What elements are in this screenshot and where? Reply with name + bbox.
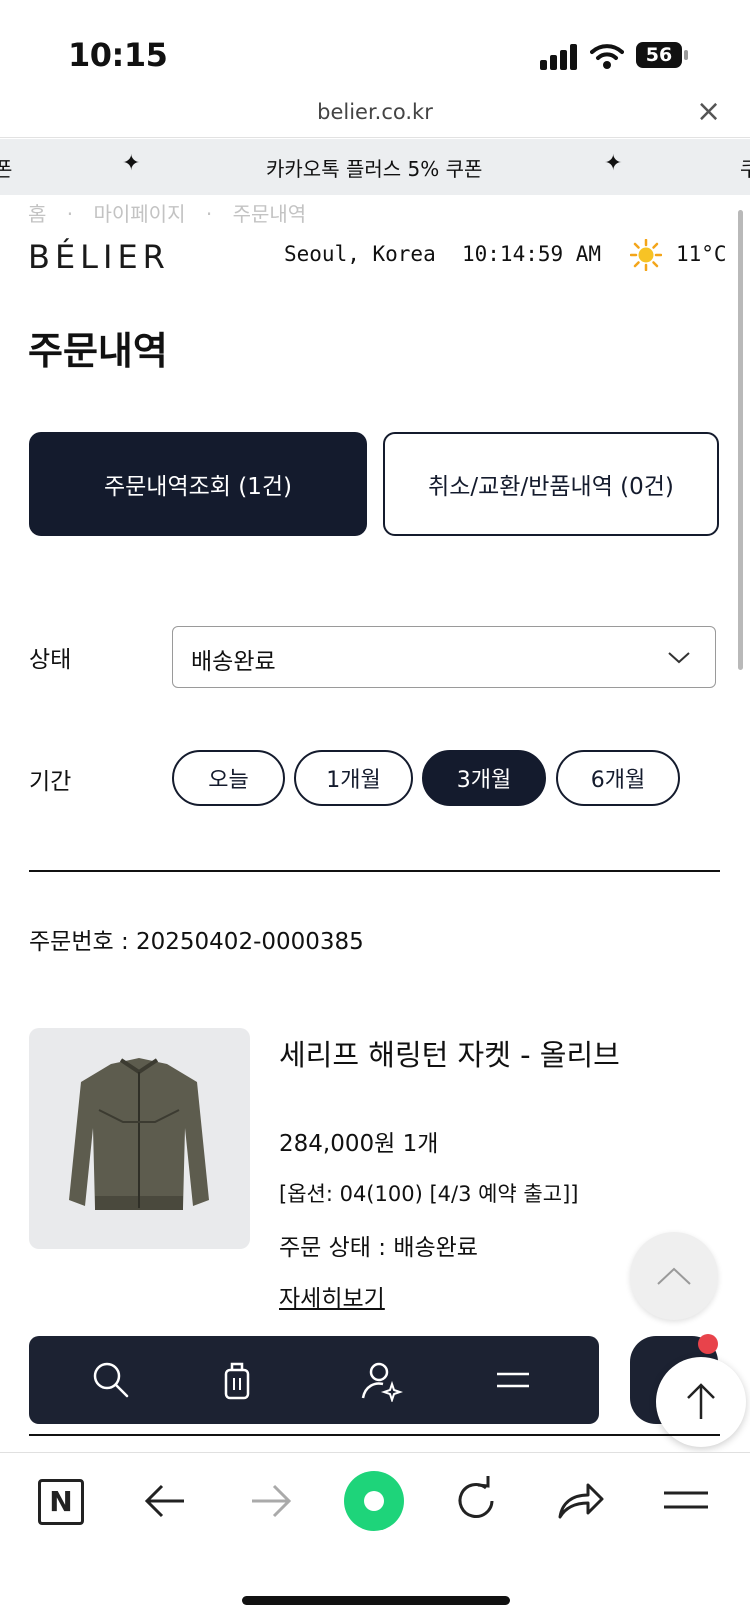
- order-number: 주문번호 : 20250402-0000385: [29, 929, 364, 955]
- arrow-up-icon: [687, 1383, 715, 1419]
- period-3month-button[interactable]: 3개월: [422, 750, 546, 806]
- divider: [29, 870, 720, 872]
- pill-label: 3개월: [456, 768, 512, 793]
- status-time: 10:15: [68, 36, 168, 74]
- scroll-top-button[interactable]: [630, 1232, 718, 1320]
- back-arrow-icon[interactable]: [138, 1473, 194, 1529]
- address-bar[interactable]: belier.co.kr ×: [0, 92, 750, 138]
- battery-icon: 56: [636, 42, 682, 68]
- reload-icon[interactable]: [448, 1473, 504, 1529]
- chevron-up-icon: [657, 1267, 691, 1285]
- page-title: 주문내역: [28, 329, 168, 373]
- tab-cancel-exchange-return[interactable]: 취소/교환/반품내역 (0건): [383, 432, 719, 536]
- share-icon[interactable]: [552, 1473, 608, 1529]
- product-price-qty: 284,000원 1개: [279, 1131, 439, 1157]
- search-icon[interactable]: [89, 1358, 133, 1402]
- notification-badge: [698, 1334, 718, 1354]
- breadcrumb-orders[interactable]: 주문내역: [233, 202, 307, 226]
- period-1month-button[interactable]: 1개월: [294, 750, 413, 806]
- detail-link[interactable]: 자세히보기: [279, 1279, 385, 1313]
- menu-icon[interactable]: [491, 1358, 535, 1402]
- battery-level: 56: [645, 44, 673, 66]
- breadcrumb-mypage[interactable]: 마이페이지: [93, 202, 185, 226]
- pill-label: 1개월: [326, 768, 381, 793]
- divider: [29, 1434, 720, 1436]
- temperature-text: 11°C: [676, 242, 727, 266]
- status-filter-label: 상태: [29, 647, 72, 673]
- sparkle-icon: ✦: [604, 151, 623, 176]
- url-text[interactable]: belier.co.kr: [0, 100, 750, 124]
- tab-order-history[interactable]: 주문내역조회 (1건): [29, 432, 367, 536]
- location-text: Seoul, Korea: [284, 242, 436, 266]
- status-select[interactable]: 배송완료: [172, 626, 716, 688]
- jacket-image: [69, 1058, 209, 1210]
- close-icon[interactable]: ×: [696, 94, 721, 129]
- naver-n-icon[interactable]: N: [38, 1479, 84, 1525]
- sparkle-icon: ✦: [122, 151, 141, 176]
- battery-cap: [684, 50, 688, 60]
- wifi-icon: [590, 44, 624, 69]
- scrollbar[interactable]: [738, 210, 743, 670]
- tab-label: 취소/교환/반품내역 (0건): [428, 474, 674, 500]
- chevron-down-icon: [668, 652, 690, 664]
- order-status: 주문 상태 : 배송완료: [279, 1235, 478, 1261]
- pill-label: 오늘: [208, 768, 249, 793]
- promo-fragment-right: 쿠: [740, 157, 750, 181]
- period-6month-button[interactable]: 6개월: [556, 750, 680, 806]
- breadcrumb-sep: ·: [205, 202, 213, 226]
- forward-arrow-icon[interactable]: [242, 1473, 298, 1529]
- promo-text: 카카오톡 플러스 5% 쿠폰: [266, 157, 483, 181]
- breadcrumb-home[interactable]: 홈: [28, 202, 46, 226]
- product-option: [옵션: 04(100) [4/3 예약 출고]]: [279, 1182, 579, 1206]
- user-star-icon[interactable]: [359, 1358, 403, 1402]
- status-bar: 10:15 56: [0, 0, 750, 100]
- home-indicator[interactable]: [242, 1596, 510, 1605]
- period-filter-label: 기간: [29, 769, 72, 795]
- product-image[interactable]: [29, 1028, 250, 1249]
- product-name[interactable]: 세리프 해링턴 자켓 - 올리브: [279, 1032, 620, 1074]
- naver-green-dot-icon[interactable]: [344, 1471, 404, 1531]
- clock-text: 10:14:59 AM: [462, 242, 602, 266]
- green-dot-center: [364, 1491, 384, 1511]
- bottom-nav: [29, 1336, 599, 1424]
- signal-icon: [540, 44, 577, 70]
- promo-banner[interactable]: 폰 ✦ 카카오톡 플러스 5% 쿠폰 ✦ 쿠: [0, 139, 750, 195]
- breadcrumb-sep: ·: [66, 202, 74, 226]
- period-today-button[interactable]: 오늘: [172, 750, 285, 806]
- sun-icon: [630, 239, 662, 271]
- status-select-value: 배송완료: [191, 649, 276, 675]
- menu-icon[interactable]: [658, 1473, 714, 1529]
- brand-logo[interactable]: BÉLIER: [28, 238, 170, 276]
- breadcrumb: 홈 · 마이페이지 · 주문내역: [28, 198, 320, 227]
- shopping-bag-icon[interactable]: [215, 1358, 259, 1402]
- promo-fragment-left: 폰: [0, 157, 13, 181]
- pill-label: 6개월: [590, 768, 646, 793]
- tab-label: 주문내역조회 (1건): [103, 474, 292, 500]
